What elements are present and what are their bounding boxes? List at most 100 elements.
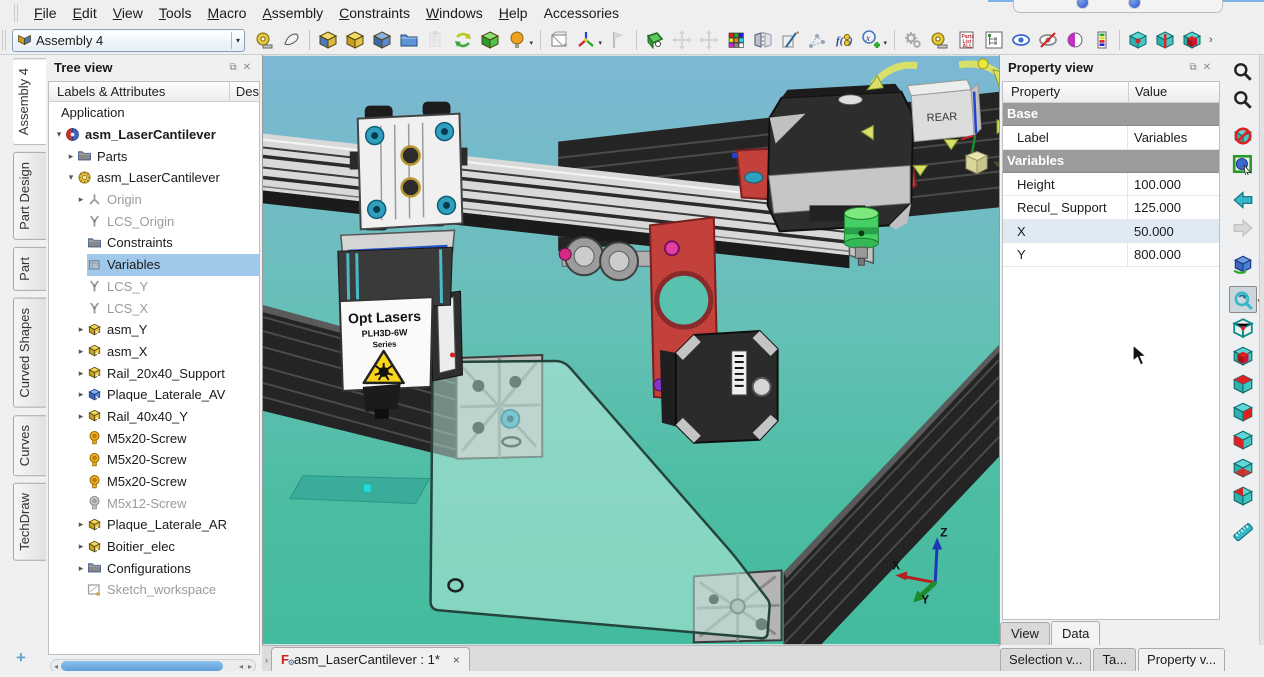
measure-assembly-icon[interactable] (926, 28, 953, 53)
nav-back-icon[interactable] (1229, 186, 1257, 213)
mirror-part-icon[interactable] (749, 28, 776, 53)
tree-item-lcs-y[interactable]: LCS_Y (49, 276, 259, 298)
close-tab-icon[interactable]: × (453, 653, 460, 667)
face-display-icon[interactable] (1178, 28, 1205, 53)
toolbar-grip2[interactable] (2, 30, 8, 50)
workbench-selector[interactable]: polygon points="10,2 18,6 10,10 2,6" fil… (12, 28, 245, 52)
view-front-icon[interactable] (1229, 342, 1257, 369)
hide-selected-icon[interactable] (1034, 28, 1061, 53)
tree-col-labels[interactable]: Labels & Attributes (49, 82, 229, 101)
tree-item-sketch-workspace[interactable]: Sketch_workspace (49, 579, 259, 601)
tree-item-variables[interactable]: Variables (49, 253, 259, 276)
float-panel-icon[interactable]: ⧉ (1186, 62, 1199, 73)
property-value[interactable]: 100.000 (1128, 173, 1219, 196)
show-attachment-icon[interactable]: ▾ (503, 28, 533, 53)
workbench-tab-curves[interactable]: Curves (13, 414, 48, 476)
view-bottom-icon[interactable] (1229, 454, 1257, 481)
float-panel-icon[interactable]: ⧉ (226, 62, 239, 73)
tree-item-m5x12-screw[interactable]: M5x12-Screw (49, 492, 259, 514)
3d-scene[interactable]: Opt Lasers PLH3D-6W Series REAR X Z Y (263, 55, 999, 645)
property-group-variables[interactable]: Variables (1003, 149, 1219, 173)
stepper-motor-x[interactable] (766, 83, 915, 233)
search-zoom-icon[interactable] (1229, 58, 1257, 85)
menu-file[interactable]: File (26, 2, 65, 24)
tree-caret-icon[interactable]: ▸ (75, 324, 87, 335)
right-scrollbar[interactable] (1259, 55, 1264, 645)
close-panel-icon[interactable]: ✕ (240, 62, 254, 73)
property-row-y[interactable]: Y 800.000 (1003, 243, 1219, 267)
symmetry-array-icon[interactable] (803, 28, 830, 53)
view-left-icon[interactable] (1229, 482, 1257, 509)
menu-tools[interactable]: Tools (151, 2, 200, 24)
document-tab[interactable]: F asm_LaserCantilever : 1* × (271, 647, 470, 671)
blue-orb-icon[interactable] (1128, 0, 1141, 9)
tab-data[interactable]: Data (1050, 621, 1101, 645)
tree-caret-icon[interactable]: ▸ (75, 563, 87, 574)
scroll-left2-icon[interactable]: ◂ (239, 662, 243, 671)
scrollbar-thumb[interactable] (61, 661, 223, 671)
workbench-tab-part-design[interactable]: Part Design (13, 152, 48, 241)
tree-item-lcs-origin[interactable]: LCS_Origin (49, 210, 259, 232)
edit-sketch-placement-icon[interactable] (776, 28, 803, 53)
menu-help[interactable]: Help (491, 2, 536, 24)
tree-item-lcs-x[interactable]: LCS_X (49, 297, 259, 319)
release-attachment-icon[interactable] (641, 28, 668, 53)
tree-item-boitier-elec[interactable]: ▸ Boitier_elec (49, 536, 259, 558)
property-row-label[interactable]: Label Variables (1003, 126, 1219, 150)
tree-item-asm-lasercantilever[interactable]: ▾ asm_LaserCantilever (49, 124, 259, 146)
tree-caret-icon[interactable]: ▸ (65, 151, 77, 162)
menu-assembly[interactable]: Assembly (254, 2, 331, 24)
toolbar-grip[interactable] (14, 4, 20, 22)
fit-all-icon[interactable]: ▾ (1229, 286, 1261, 313)
panel-tab-propertyv[interactable]: Property v... (1138, 648, 1226, 671)
property-row-x[interactable]: X 50.000 (1003, 219, 1219, 243)
new-lcs-icon[interactable]: ▾ (572, 28, 602, 53)
tree-options-icon[interactable] (980, 28, 1007, 53)
color-legend-icon[interactable] (1088, 28, 1115, 53)
nav-cube-rear-face[interactable]: REAR (926, 111, 957, 125)
sketch-plane[interactable] (289, 475, 431, 505)
3d-viewport[interactable]: Opt Lasers PLH3D-6W Series REAR X Z Y (262, 55, 1000, 645)
property-row-height[interactable]: Height 100.000 (1003, 172, 1219, 196)
appearance-icon[interactable] (1061, 28, 1088, 53)
tree-item-plaque-laterale-av[interactable]: ▸ Plaque_Laterale_AV (49, 384, 259, 406)
sketch-tool-icon[interactable] (278, 28, 305, 53)
parts-list-icon[interactable]: Parts List ALL (953, 28, 980, 53)
tree-caret-icon[interactable]: ▾ (65, 172, 77, 183)
vertex-display-icon[interactable] (1124, 28, 1151, 53)
tree-item-origin[interactable]: ▸ Origin (49, 189, 259, 211)
tree-caret-icon[interactable]: ▸ (75, 519, 87, 530)
add-variable-icon[interactable]: x ▾ (857, 28, 887, 53)
view-right-icon[interactable] (1229, 398, 1257, 425)
blue-orb-icon[interactable] (1076, 0, 1089, 9)
property-value[interactable]: 50.000 (1128, 220, 1219, 243)
clipping-plane-icon[interactable]: ▾ (1229, 122, 1262, 149)
close-panel-icon[interactable]: ✕ (1200, 62, 1214, 73)
tree-item-asm-x[interactable]: ▸ asm_X (49, 341, 259, 363)
config-gears-icon[interactable] (899, 28, 926, 53)
tree-item-constraints[interactable]: Constraints (49, 232, 259, 254)
property-value[interactable]: 800.000 (1128, 243, 1219, 266)
add-workbench-button[interactable]: + (16, 648, 26, 668)
box-element-selection-icon[interactable] (1229, 150, 1257, 177)
panel-tab-selectionv[interactable]: Selection v... (1000, 648, 1092, 671)
view-axonometric-icon[interactable] (1229, 314, 1257, 341)
property-table-headers[interactable]: Property Value (1003, 82, 1219, 103)
tree-caret-icon[interactable]: ▸ (75, 368, 87, 379)
tree-item-plaque-laterale-ar[interactable]: ▸ Plaque_Laterale_AR (49, 514, 259, 536)
menu-edit[interactable]: Edit (65, 2, 105, 24)
insert-part-icon[interactable] (314, 28, 341, 53)
new-body-box-icon[interactable] (545, 28, 572, 53)
tree-caret-icon[interactable]: ▸ (75, 389, 87, 400)
menu-macro[interactable]: Macro (200, 2, 255, 24)
property-value[interactable]: Variables (1128, 126, 1219, 149)
laser-carriage[interactable] (349, 101, 468, 231)
tab-overflow-icon[interactable]: › (262, 655, 271, 671)
tree-col-description[interactable]: Des (228, 82, 259, 101)
whats-this-icon[interactable] (1229, 86, 1257, 113)
solver-rubik-icon[interactable] (722, 28, 749, 53)
tree-item-parts[interactable]: ▸ Parts (49, 145, 259, 167)
tree-item-m5x20-screw[interactable]: M5x20-Screw (49, 427, 259, 449)
panel-tab-ta[interactable]: Ta... (1093, 648, 1137, 671)
tree-caret-icon[interactable]: ▸ (75, 346, 87, 357)
